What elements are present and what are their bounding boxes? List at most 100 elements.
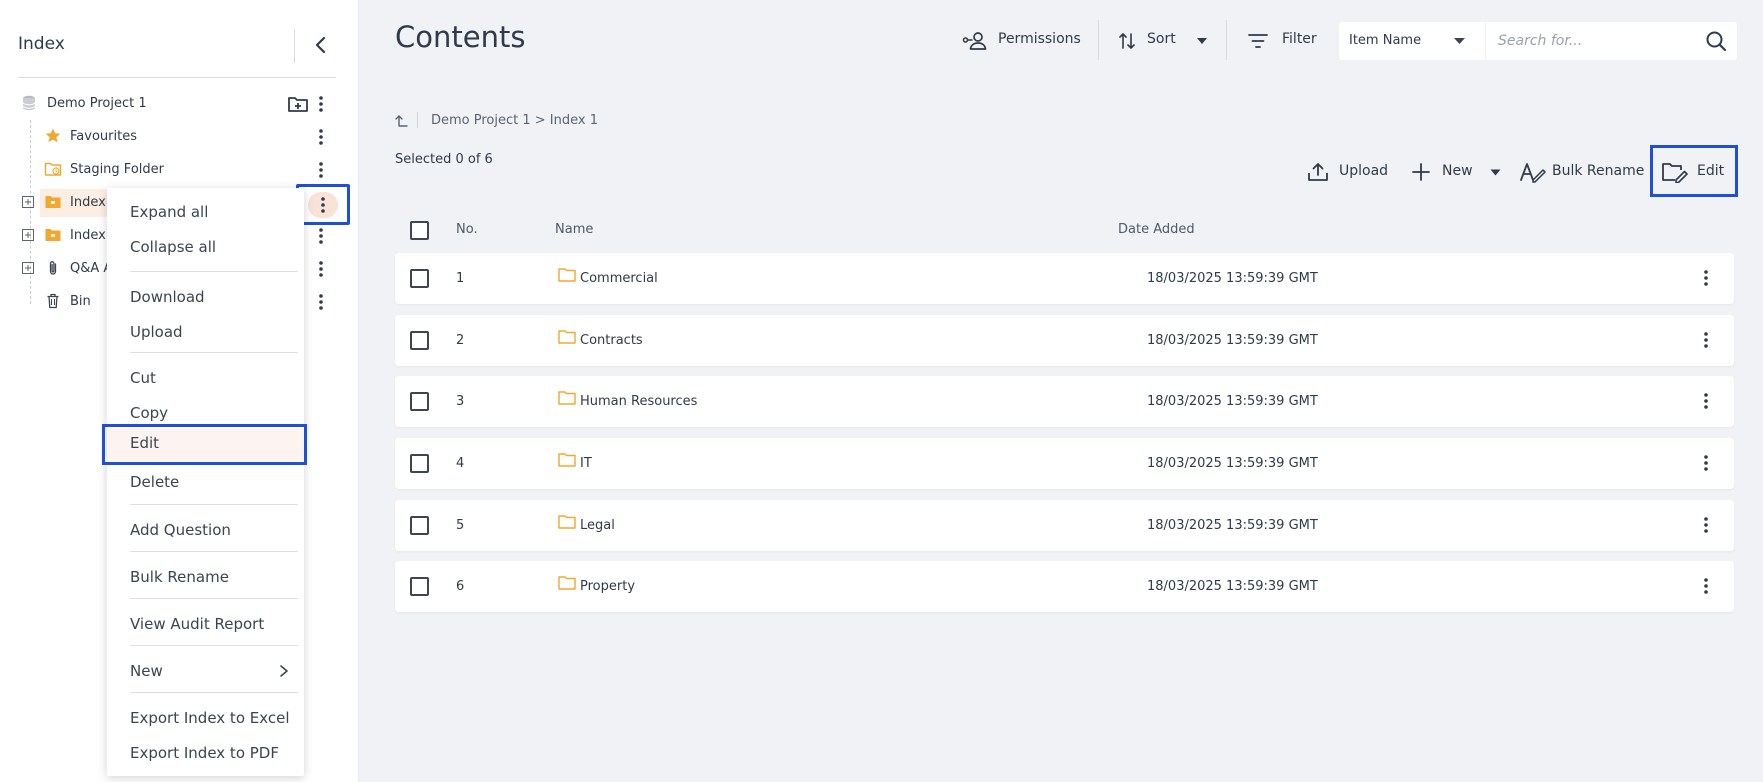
- menu-item-export-excel[interactable]: Export Index to Excel: [107, 703, 304, 733]
- more-options-icon[interactable]: [1697, 267, 1715, 289]
- menu-item-export-pdf[interactable]: Export Index to PDF: [107, 738, 304, 768]
- permissions-label: Permissions: [998, 31, 1081, 47]
- more-options-icon[interactable]: [1697, 514, 1715, 536]
- menu-item-label: Collapse all: [130, 238, 217, 256]
- filter-icon: [1248, 34, 1268, 48]
- row-name[interactable]: Legal: [580, 518, 615, 533]
- row-name[interactable]: Property: [580, 579, 635, 594]
- tree-item-label: Q&A A: [70, 261, 113, 276]
- filter-button[interactable]: Filter: [1248, 22, 1322, 58]
- tree-item-label: Index: [70, 228, 106, 243]
- more-options-icon[interactable]: [312, 159, 330, 181]
- table-row[interactable]: 4 IT 18/03/2025 13:59:39 GMT: [395, 438, 1734, 489]
- filter-field-select[interactable]: Item Name: [1339, 22, 1485, 60]
- row-name[interactable]: Commercial: [580, 271, 658, 286]
- menu-separator: [130, 598, 298, 599]
- row-name[interactable]: Contracts: [580, 333, 643, 348]
- table-row[interactable]: 3 Human Resources 18/03/2025 13:59:39 GM…: [395, 376, 1734, 427]
- menu-item-label: Cut: [130, 369, 156, 387]
- menu-item-new[interactable]: New: [107, 656, 304, 686]
- menu-item-label: View Audit Report: [130, 615, 265, 633]
- search-input[interactable]: [1498, 31, 1688, 51]
- bulk-rename-icon: [1520, 163, 1546, 183]
- more-options-icon[interactable]: [312, 258, 330, 280]
- row-checkbox[interactable]: [410, 454, 429, 473]
- collapse-sidebar-icon[interactable]: [308, 32, 334, 58]
- expand-icon[interactable]: [22, 196, 34, 208]
- sort-label: Sort: [1147, 31, 1176, 47]
- sort-button[interactable]: Sort: [1118, 22, 1210, 58]
- divider: [294, 29, 295, 63]
- toolbar-divider: [1098, 20, 1099, 60]
- new-label: New: [1442, 163, 1473, 179]
- tree-item-demo-project[interactable]: Demo Project 1: [0, 90, 340, 118]
- bulk-rename-button[interactable]: Bulk Rename: [1520, 156, 1644, 188]
- sidebar-title: Index: [18, 34, 65, 54]
- table-row[interactable]: 5 Legal 18/03/2025 13:59:39 GMT: [395, 500, 1734, 551]
- breadcrumb-divider: [417, 112, 418, 128]
- more-options-icon[interactable]: [312, 126, 330, 148]
- menu-item-expand-all[interactable]: Expand all: [107, 197, 304, 227]
- row-name[interactable]: Human Resources: [580, 394, 697, 409]
- column-header-date-added[interactable]: Date Added: [1118, 222, 1195, 237]
- more-options-icon[interactable]: [312, 291, 330, 313]
- row-date: 18/03/2025 13:59:39 GMT: [1147, 271, 1318, 286]
- add-folder-icon[interactable]: [287, 94, 309, 114]
- row-checkbox[interactable]: [410, 392, 429, 411]
- folder-icon: [558, 330, 576, 344]
- tree-item-favourites[interactable]: Favourites: [0, 123, 340, 151]
- more-options-icon[interactable]: [312, 93, 330, 115]
- breadcrumb-path[interactable]: Demo Project 1 > Index 1: [431, 113, 598, 128]
- row-checkbox[interactable]: [410, 516, 429, 535]
- more-options-icon[interactable]: [1697, 390, 1715, 412]
- database-icon: [22, 95, 36, 111]
- menu-item-collapse-all[interactable]: Collapse all: [107, 232, 304, 262]
- caret-down-icon: [1197, 38, 1207, 44]
- permissions-button[interactable]: Permissions: [962, 22, 1082, 58]
- row-checkbox[interactable]: [410, 331, 429, 350]
- menu-item-delete[interactable]: Delete: [107, 467, 304, 497]
- row-checkbox[interactable]: [410, 577, 429, 596]
- tree-item-label: Staging Folder: [70, 162, 164, 177]
- tree-item-staging-folder[interactable]: Staging Folder: [0, 156, 340, 184]
- menu-separator: [130, 645, 298, 646]
- sort-icon: [1119, 33, 1135, 49]
- menu-item-add-question[interactable]: Add Question: [107, 515, 304, 545]
- search-icon[interactable]: [1705, 30, 1727, 52]
- expand-icon[interactable]: [22, 229, 34, 241]
- column-header-no[interactable]: No.: [456, 222, 478, 237]
- menu-item-label: Upload: [130, 323, 183, 341]
- more-options-icon[interactable]: [1697, 575, 1715, 597]
- table-row[interactable]: 1 Commercial 18/03/2025 13:59:39 GMT: [395, 253, 1734, 304]
- menu-item-cut[interactable]: Cut: [107, 363, 304, 393]
- menu-item-bulk-rename[interactable]: Bulk Rename: [107, 562, 304, 592]
- row-date: 18/03/2025 13:59:39 GMT: [1147, 456, 1318, 471]
- column-header-name[interactable]: Name: [555, 222, 593, 237]
- new-button[interactable]: New: [1412, 156, 1502, 188]
- row-number: 4: [456, 456, 465, 471]
- context-menu: Expand all Collapse all Download Upload …: [107, 188, 304, 776]
- menu-item-view-audit-report[interactable]: View Audit Report: [107, 609, 304, 639]
- caret-down-icon: [1454, 38, 1465, 44]
- folder-icon: [558, 515, 576, 529]
- table-row[interactable]: 2 Contracts 18/03/2025 13:59:39 GMT: [395, 315, 1734, 366]
- navigate-up-icon[interactable]: [395, 112, 409, 128]
- more-options-icon[interactable]: [312, 225, 330, 247]
- row-name[interactable]: IT: [580, 456, 592, 471]
- upload-button[interactable]: Upload: [1307, 156, 1389, 188]
- row-checkbox[interactable]: [410, 269, 429, 288]
- menu-item-upload[interactable]: Upload: [107, 317, 304, 347]
- menu-item-download[interactable]: Download: [107, 282, 304, 312]
- more-options-icon[interactable]: [1697, 452, 1715, 474]
- menu-item-label: Download: [130, 288, 205, 306]
- table-row[interactable]: 6 Property 18/03/2025 13:59:39 GMT: [395, 561, 1734, 612]
- menu-item-label: New: [130, 662, 163, 680]
- expand-icon[interactable]: [22, 262, 34, 274]
- select-all-checkbox[interactable]: [410, 221, 429, 240]
- more-options-icon[interactable]: [314, 194, 332, 216]
- row-number: 2: [456, 333, 465, 348]
- search-box: [1486, 22, 1737, 60]
- folder-icon: [558, 391, 576, 405]
- more-options-icon[interactable]: [1697, 329, 1715, 351]
- folder-icon: [45, 196, 61, 208]
